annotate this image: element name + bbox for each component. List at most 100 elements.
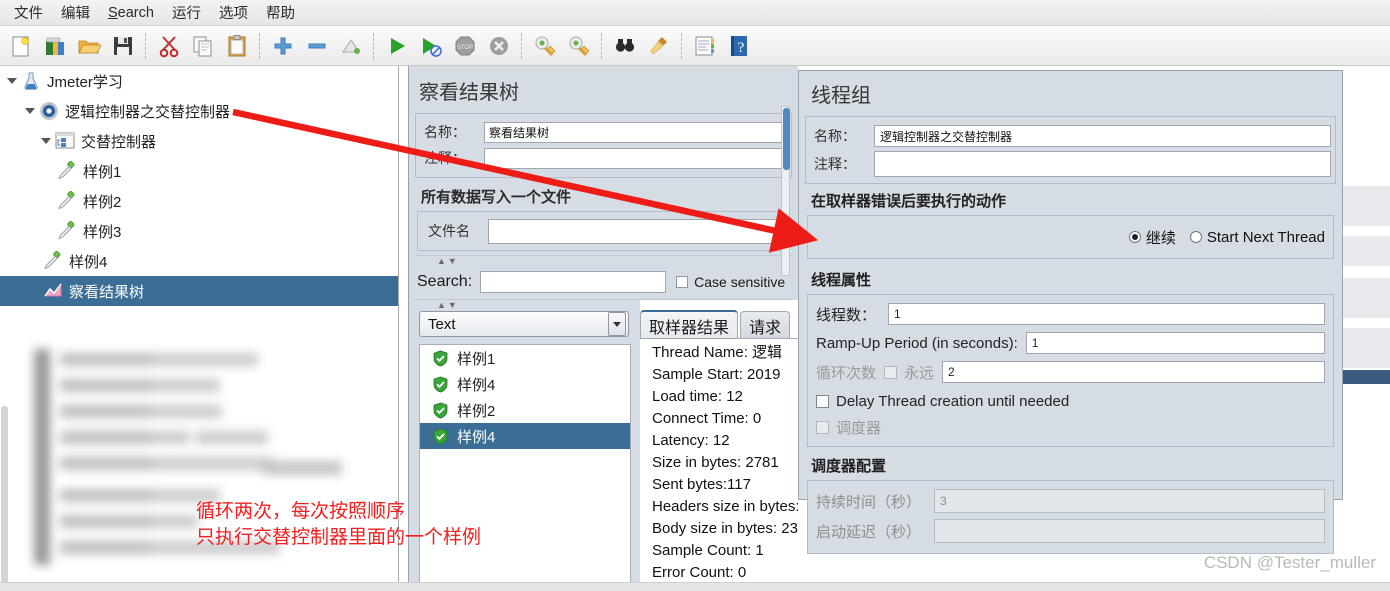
name-row: 名称： 察看结果树 xyxy=(420,119,787,145)
list-item[interactable]: 样例2 xyxy=(420,397,630,423)
startup-delay-input[interactable] xyxy=(934,519,1325,543)
tree-node-label: 样例4 xyxy=(69,253,108,271)
scheduler-config-title: 调度器配置 xyxy=(811,458,887,475)
rampup-input[interactable]: 1 xyxy=(1025,332,1325,354)
tree-node-sampler-4[interactable]: 样例4 xyxy=(0,246,398,276)
success-shield-icon xyxy=(432,375,449,393)
menu-file[interactable]: 文件 xyxy=(6,0,51,25)
radio-start-next-thread[interactable] xyxy=(1189,231,1202,243)
toggle-icon[interactable] xyxy=(336,31,366,61)
copy-icon[interactable] xyxy=(188,31,218,61)
expander-icon[interactable] xyxy=(40,135,52,147)
toolbar-separator-2 xyxy=(259,32,261,59)
help-icon[interactable]: ? xyxy=(724,31,754,61)
start-no-pause-icon[interactable] xyxy=(416,31,446,61)
list-item-selected[interactable]: 样例4 xyxy=(420,423,630,449)
clear-all-icon[interactable] xyxy=(564,31,594,61)
status-bar xyxy=(0,582,1390,591)
tab-request[interactable]: 请求 xyxy=(740,311,791,339)
scrollbar-thumb[interactable] xyxy=(783,108,790,170)
expander-icon[interactable] xyxy=(6,75,18,87)
tree-node-thread-group[interactable]: 逻辑控制器之交替控制器 xyxy=(0,96,398,126)
startup-delay-row: 启动延迟（秒） xyxy=(816,517,1325,545)
rampup-label: Ramp-Up Period (in seconds): xyxy=(816,334,1018,352)
expander-icon[interactable] xyxy=(24,105,36,117)
error-action-box: 继续 Start Next Thread xyxy=(807,215,1334,259)
threads-row: 线程数： 1 xyxy=(816,301,1325,327)
search-icon[interactable] xyxy=(610,31,640,61)
thread-group-name-input[interactable]: 逻辑控制器之交替控制器 xyxy=(874,125,1331,147)
save-icon[interactable] xyxy=(108,31,138,61)
renderer-selected-value: Text xyxy=(428,315,456,333)
menu-bar: 文件 编辑 Search 运行 选项 帮助 xyxy=(0,0,1390,26)
comment-input[interactable] xyxy=(484,147,787,169)
reset-search-icon[interactable] xyxy=(644,31,674,61)
list-item[interactable]: 样例4 xyxy=(420,371,630,397)
paste-icon[interactable] xyxy=(222,31,252,61)
renderer-select[interactable]: Text xyxy=(419,311,629,337)
start-icon[interactable] xyxy=(382,31,412,61)
tree-node-sampler-2[interactable]: 样例2 xyxy=(0,186,398,216)
thread-properties-title: 线程属性 xyxy=(811,272,872,289)
tree-node-label: 逻辑控制器之交替控制器 xyxy=(65,103,231,121)
case-sensitive-checkbox[interactable] xyxy=(676,276,689,288)
splitter-1[interactable]: ▲▼ xyxy=(415,255,792,266)
clear-icon[interactable] xyxy=(530,31,560,61)
tree-node-interleave-controller[interactable]: 交替控制器 xyxy=(0,126,398,156)
duration-input[interactable]: 3 xyxy=(934,489,1325,513)
tree-node-sampler-1[interactable]: 样例1 xyxy=(0,156,398,186)
case-sensitive-label: Case sensitive xyxy=(694,274,786,290)
filename-row: 文件名 xyxy=(424,218,783,244)
menu-edit[interactable]: 编辑 xyxy=(53,0,98,25)
radio-continue[interactable] xyxy=(1128,231,1141,243)
toolbar-separator-4 xyxy=(521,32,523,59)
collapse-icon[interactable] xyxy=(302,31,332,61)
thread-group-name-box: 名称： 逻辑控制器之交替控制器 注释： xyxy=(805,116,1336,184)
tab-sampler-result[interactable]: 取样器结果 xyxy=(640,310,739,339)
toolbar-separator-1 xyxy=(145,32,147,59)
toolbar-separator-5 xyxy=(601,32,603,59)
thread-group-title: 线程组 xyxy=(811,85,871,107)
search-input[interactable] xyxy=(480,271,667,293)
new-icon[interactable] xyxy=(6,31,36,61)
scrollbar-thumb[interactable] xyxy=(1,406,8,586)
menu-help[interactable]: 帮助 xyxy=(258,0,303,25)
tree-node-test-plan[interactable]: Jmeter学习 xyxy=(0,66,398,96)
center-panel-scrollbar[interactable] xyxy=(781,106,790,276)
tree-vertical-scrollbar[interactable] xyxy=(0,406,9,591)
tree-node-view-results-tree[interactable]: 察看结果树 xyxy=(0,276,398,306)
file-group-title: 所有数据写入一个文件 xyxy=(421,189,572,206)
expand-icon[interactable] xyxy=(268,31,298,61)
sampler-icon xyxy=(56,160,78,182)
tree-node-sampler-3[interactable]: 样例3 xyxy=(0,216,398,246)
list-item[interactable]: 样例1 xyxy=(420,345,630,371)
menu-search[interactable]: Search xyxy=(100,3,162,23)
cut-icon[interactable] xyxy=(154,31,184,61)
error-action-title: 在取样器错误后要执行的动作 xyxy=(811,193,1007,210)
splitter-arrows-icon[interactable]: ▲▼ xyxy=(437,256,459,266)
tree-node-label: 察看结果树 xyxy=(69,283,145,301)
loop-count-input[interactable]: 2 xyxy=(942,361,1325,383)
chevron-down-icon[interactable] xyxy=(608,312,626,336)
comment-row: 注释： xyxy=(420,145,787,171)
name-input[interactable]: 察看结果树 xyxy=(484,121,787,143)
forever-label: 永远 xyxy=(904,364,935,382)
open-icon[interactable] xyxy=(74,31,104,61)
forever-checkbox[interactable] xyxy=(884,365,898,379)
stop-icon[interactable]: STOP xyxy=(450,31,480,61)
scheduler-checkbox[interactable] xyxy=(816,420,829,434)
result-tabs: 取样器结果 请求 xyxy=(640,309,792,339)
loop-count-label: 循环次数 xyxy=(816,364,877,382)
delay-thread-checkbox[interactable] xyxy=(816,394,829,408)
splitter-arrows-icon[interactable]: ▲▼ xyxy=(437,300,459,310)
filename-input[interactable] xyxy=(488,218,783,244)
thread-group-comment-input[interactable] xyxy=(874,151,1331,177)
templates-icon[interactable] xyxy=(40,31,70,61)
list-item-label: 样例4 xyxy=(457,428,496,446)
shutdown-icon[interactable] xyxy=(484,31,514,61)
success-shield-icon xyxy=(432,349,449,367)
function-helper-icon[interactable] xyxy=(690,31,720,61)
threads-input[interactable]: 1 xyxy=(888,303,1325,325)
menu-options[interactable]: 选项 xyxy=(211,0,256,25)
menu-run[interactable]: 运行 xyxy=(164,0,209,25)
